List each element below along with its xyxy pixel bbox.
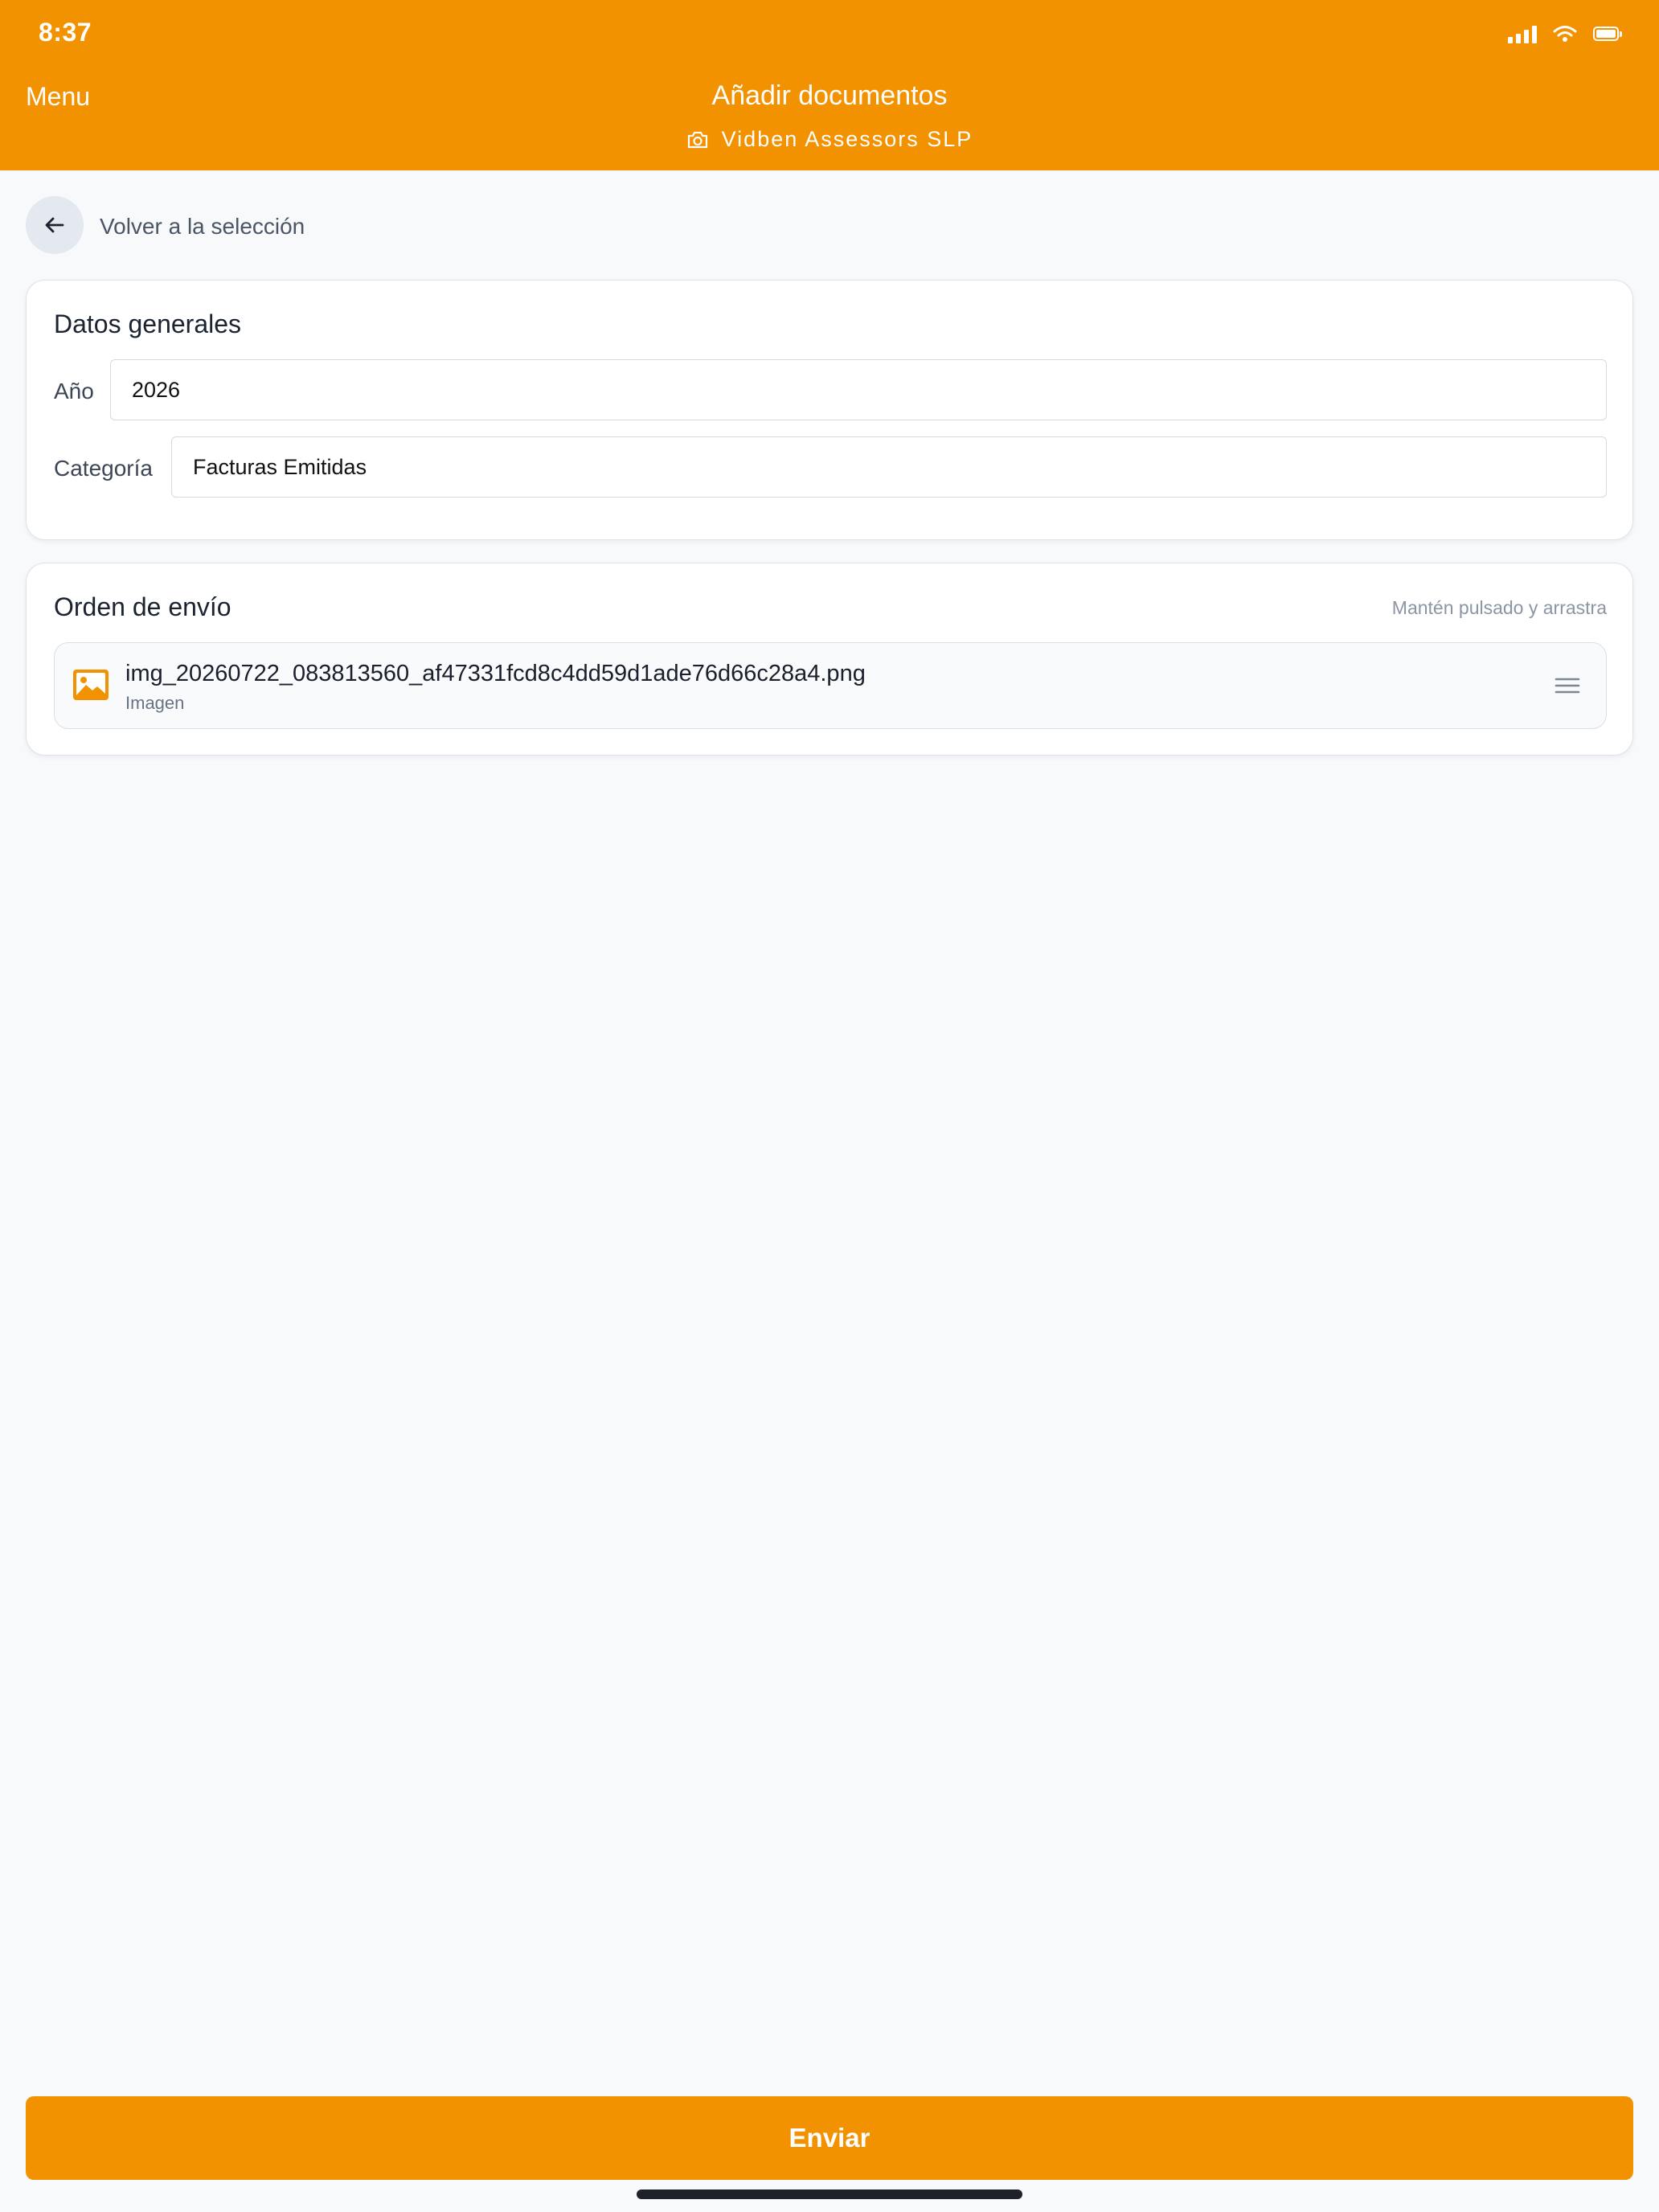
- screen: 8:37 Menu Añadir documentos Vidben Asses…: [0, 0, 1659, 2212]
- general-data-title: Datos generales: [54, 309, 242, 338]
- battery-icon: [1593, 27, 1622, 41]
- status-icons: [1508, 24, 1622, 43]
- category-label: Categoría: [54, 456, 153, 481]
- drag-handle-icon[interactable]: [1555, 677, 1580, 698]
- file-list-item[interactable]: img_20260722_083813560_af47331fcd8c4dd59…: [54, 642, 1607, 729]
- arrow-left-icon: [45, 217, 64, 233]
- submit-button[interactable]: Enviar: [26, 2096, 1633, 2180]
- back-label[interactable]: Volver a la selección: [100, 214, 305, 240]
- year-label: Año: [54, 379, 94, 403]
- wifi-icon: [1553, 26, 1577, 42]
- back-button[interactable]: [26, 196, 84, 254]
- general-data-card: Datos generales Año 2026 Categoría Factu…: [26, 280, 1633, 540]
- home-indicator[interactable]: [637, 2189, 1022, 2199]
- send-order-title: Orden de envío: [54, 592, 231, 621]
- drag-hint: Mantén pulsado y arrastra: [1391, 597, 1607, 618]
- company-name: Vidben Assessors SLP: [721, 127, 973, 151]
- app-header: 8:37 Menu Añadir documentos Vidben Asses…: [0, 0, 1659, 170]
- image-icon: [72, 669, 109, 705]
- camera-icon: [687, 131, 707, 148]
- file-name: img_20260722_083813560_af47331fcd8c4dd59…: [125, 661, 866, 686]
- cellular-signal-icon: [1508, 24, 1537, 43]
- status-time: 8:37: [39, 18, 92, 47]
- year-field[interactable]: 2026: [110, 359, 1607, 420]
- send-order-card: Orden de envío Mantén pulsado y arrastra…: [26, 563, 1633, 756]
- page-title: Añadir documentos: [711, 80, 948, 111]
- category-field[interactable]: Facturas Emitidas: [171, 436, 1607, 498]
- file-type: Imagen: [125, 693, 185, 713]
- company-subtitle: Vidben Assessors SLP: [0, 127, 1659, 152]
